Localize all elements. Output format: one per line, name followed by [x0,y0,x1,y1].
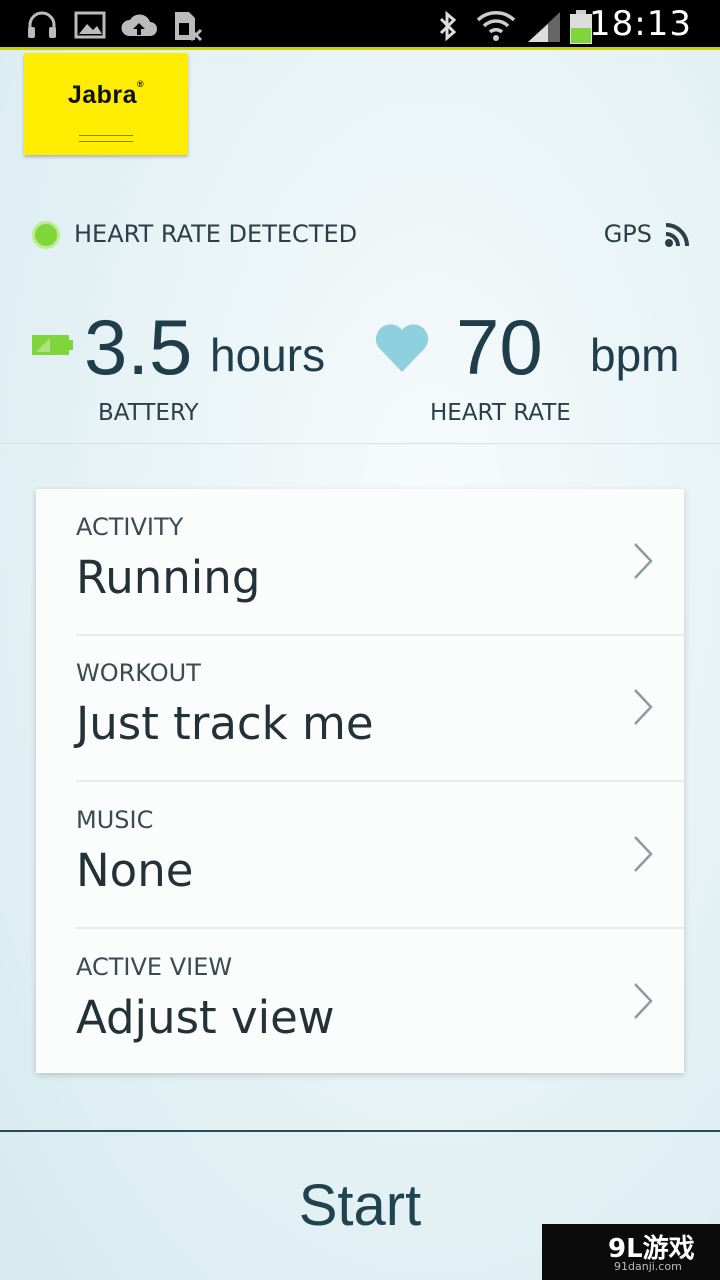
setting-value: Just track me [76,697,374,750]
gps-signal-icon [665,223,689,247]
heart-icon [375,324,429,372]
watermark: 9L游戏 91danji.com [542,1224,720,1280]
chevron-right-icon [634,983,653,1019]
sim-blocked-icon [175,12,203,42]
setting-row-music[interactable]: MUSIC None [36,782,684,929]
battery-level-icon [32,335,73,355]
setting-label: WORKOUT [76,659,201,687]
setting-label: MUSIC [76,806,154,834]
setting-row-active-view[interactable]: ACTIVE VIEW Adjust view [36,929,684,1076]
heart-rate-value: 70 [456,303,543,391]
jabra-logo[interactable]: Jabra® [24,53,188,155]
setting-value: Running [76,551,261,604]
setting-label: ACTIVITY [76,513,184,541]
chevron-right-icon [634,836,653,872]
signal-icon [528,12,560,42]
setting-value: Adjust view [76,991,335,1044]
settings-card: ACTIVITY Running WORKOUT Just track me M… [36,489,684,1073]
sensor-status-row: HEART RATE DETECTED GPS [32,218,690,252]
logo-divider [79,135,133,136]
heart-rate-unit: bpm [590,329,680,381]
battery-label: BATTERY [98,400,199,426]
status-bar: 18:13 [0,0,720,50]
setting-value: None [76,844,194,897]
battery-unit: hours [210,329,326,381]
heart-rate-status: HEART RATE DETECTED [74,220,358,248]
heart-rate-label: HEART RATE [430,400,571,426]
gps-label: GPS [603,220,652,248]
watermark-url: 91danji.com [614,1260,682,1273]
setting-label: ACTIVE VIEW [76,953,233,981]
logo-text: Jabra [67,81,138,109]
cloud-upload-icon [121,14,157,36]
wifi-icon [476,11,516,41]
setting-row-activity[interactable]: ACTIVITY Running [36,489,684,636]
bluetooth-icon [439,10,457,42]
battery-value: 3.5 [84,303,193,391]
setting-row-workout[interactable]: WORKOUT Just track me [36,635,684,782]
image-icon [74,11,106,39]
chevron-right-icon [634,689,653,725]
section-divider [0,443,720,444]
clock: 18:13 [589,4,692,44]
chevron-right-icon [634,543,653,579]
status-dot-icon [32,221,60,249]
logo-registered: ® [137,79,145,89]
logo-divider [79,141,133,142]
headphones-icon [28,11,56,38]
